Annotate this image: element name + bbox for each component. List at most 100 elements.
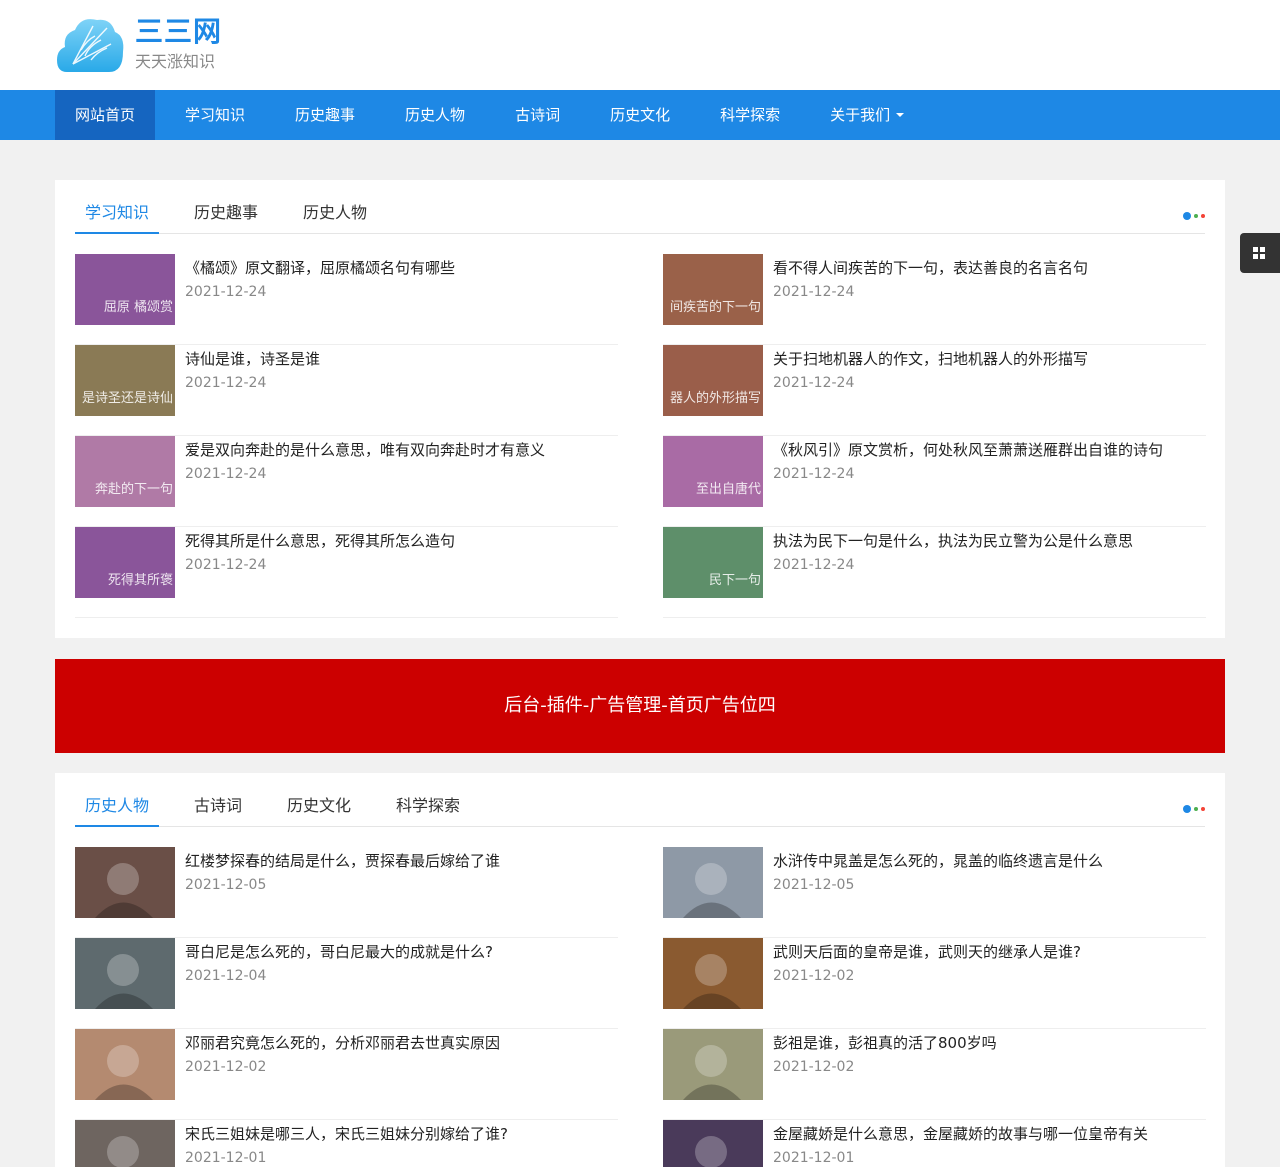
article-date: 2021-12-02 bbox=[773, 1059, 855, 1075]
photo-placeholder-icon bbox=[75, 847, 175, 918]
nav-item[interactable]: 科学探索 bbox=[700, 90, 800, 140]
article-title[interactable]: 诗仙是谁，诗圣是谁 bbox=[185, 348, 320, 369]
article-title[interactable]: 死得其所是什么意思，死得其所怎么造句 bbox=[185, 530, 455, 551]
nav-item-label: 学习知识 bbox=[185, 106, 246, 124]
article-thumbnail[interactable] bbox=[663, 1029, 763, 1100]
site-logo[interactable]: 三三网 天天涨知识 bbox=[55, 10, 222, 80]
tab-bar: 学习知识 历史趣事 历史人物 bbox=[75, 194, 1205, 234]
article-thumbnail[interactable] bbox=[75, 1029, 175, 1100]
article-item[interactable]: 是诗圣还是诗仙 诗仙是谁，诗圣是谁 2021-12-24 bbox=[75, 345, 618, 436]
article-date: 2021-12-04 bbox=[185, 968, 267, 984]
article-thumbnail[interactable] bbox=[663, 938, 763, 1009]
article-item[interactable]: 民下一句 执法为民下一句是什么，执法为民立警为公是什么意思 2021-12-24 bbox=[663, 527, 1206, 618]
tab-ancient-poetry[interactable]: 古诗词 bbox=[184, 787, 252, 827]
article-title[interactable]: 关于扫地机器人的作文，扫地机器人的外形描写 bbox=[773, 348, 1088, 369]
nav-item[interactable]: 网站首页 bbox=[55, 90, 156, 140]
tab-historical-figures[interactable]: 历史人物 bbox=[75, 787, 159, 827]
nav-item[interactable]: 古诗词 bbox=[495, 90, 580, 140]
nav-item[interactable]: 关于我们 bbox=[810, 90, 924, 140]
article-thumbnail[interactable] bbox=[75, 847, 175, 918]
article-item[interactable]: 死得其所褒 死得其所是什么意思，死得其所怎么造句 2021-12-24 bbox=[75, 527, 618, 618]
article-item[interactable]: 奔赴的下一句 爱是双向奔赴的是什么意思，唯有双向奔赴时才有意义 2021-12-24 bbox=[75, 436, 618, 527]
article-title[interactable]: 宋氏三姐妹是哪三人，宋氏三姐妹分别嫁给了谁? bbox=[185, 1123, 508, 1144]
photo-placeholder-icon bbox=[663, 847, 763, 918]
article-thumbnail[interactable] bbox=[75, 938, 175, 1009]
article-item[interactable]: 器人的外形描写 关于扫地机器人的作文，扫地机器人的外形描写 2021-12-24 bbox=[663, 345, 1206, 436]
thumbnail-caption: 器人的外形描写 bbox=[669, 391, 761, 406]
side-menu-button[interactable] bbox=[1240, 233, 1280, 273]
article-thumbnail[interactable] bbox=[75, 1120, 175, 1167]
article-item[interactable]: 至出自唐代 《秋风引》原文赏析，何处秋风至萧萧送雁群出自谁的诗句 2021-12-2… bbox=[663, 436, 1206, 527]
nav-item[interactable]: 历史文化 bbox=[590, 90, 690, 140]
article-thumbnail[interactable] bbox=[663, 1120, 763, 1167]
article-date: 2021-12-24 bbox=[773, 375, 855, 391]
site-slogan: 天天涨知识 bbox=[135, 52, 216, 71]
thumbnail-caption: 间疾苦的下一句 bbox=[669, 300, 761, 315]
tab-history-culture[interactable]: 历史文化 bbox=[277, 787, 361, 827]
article-thumbnail[interactable]: 奔赴的下一句 bbox=[75, 436, 175, 507]
article-item[interactable]: 哥白尼是怎么死的，哥白尼最大的成就是什么? 2021-12-04 bbox=[75, 938, 618, 1029]
article-title[interactable]: 红楼梦探春的结局是什么，贾探春最后嫁给了谁 bbox=[185, 850, 500, 871]
article-title[interactable]: 爱是双向奔赴的是什么意思，唯有双向奔赴时才有意义 bbox=[185, 439, 545, 460]
article-date: 2021-12-05 bbox=[773, 877, 855, 893]
photo-placeholder-icon bbox=[75, 938, 175, 1009]
article-item[interactable]: 宋氏三姐妹是哪三人，宋氏三姐妹分别嫁给了谁? 2021-12-01 bbox=[75, 1120, 618, 1167]
article-thumbnail[interactable]: 死得其所褒 bbox=[75, 527, 175, 598]
cloud-web-logo-icon bbox=[57, 19, 124, 72]
thumbnail-caption: 至出自唐代 bbox=[695, 482, 761, 497]
nav-item[interactable]: 历史趣事 bbox=[275, 90, 375, 140]
article-item[interactable]: 间疾苦的下一句 看不得人间疾苦的下一句，表达善良的名言名句 2021-12-24 bbox=[663, 254, 1206, 345]
caret-down-icon bbox=[896, 113, 905, 117]
site-header: 三三网 天天涨知识 bbox=[0, 0, 1280, 90]
nav-item[interactable]: 历史人物 bbox=[385, 90, 485, 140]
tab-learning[interactable]: 学习知识 bbox=[75, 194, 159, 234]
article-item[interactable]: 水浒传中晁盖是怎么死的，晁盖的临终遗言是什么 2021-12-05 bbox=[663, 847, 1206, 938]
article-item[interactable]: 武则天后面的皇帝是谁，武则天的继承人是谁? 2021-12-02 bbox=[663, 938, 1206, 1029]
article-date: 2021-12-01 bbox=[773, 1150, 855, 1166]
article-thumbnail[interactable]: 是诗圣还是诗仙 bbox=[75, 345, 175, 416]
article-item[interactable]: 金屋藏娇是什么意思，金屋藏娇的故事与哪一位皇帝有关 2021-12-01 bbox=[663, 1120, 1206, 1167]
more-dots-icon[interactable] bbox=[1180, 805, 1205, 813]
article-thumbnail[interactable]: 至出自唐代 bbox=[663, 436, 763, 507]
article-title[interactable]: 看不得人间疾苦的下一句，表达善良的名言名句 bbox=[773, 257, 1088, 278]
tab-historical-figures[interactable]: 历史人物 bbox=[293, 194, 377, 234]
article-thumbnail[interactable]: 间疾苦的下一句 bbox=[663, 254, 763, 325]
article-title[interactable]: 武则天后面的皇帝是谁，武则天的继承人是谁? bbox=[773, 941, 1081, 962]
photo-placeholder-icon bbox=[663, 1029, 763, 1100]
more-dots-icon[interactable] bbox=[1180, 212, 1205, 220]
article-date: 2021-12-24 bbox=[773, 557, 855, 573]
article-panel-figures: 历史人物 古诗词 历史文化 科学探索 红楼梦探春的结局是什么，贾探春最后嫁给了谁… bbox=[55, 773, 1225, 1167]
article-item[interactable]: 屈原 橘颂赏 《橘颂》原文翻译，屈原橘颂名句有哪些 2021-12-24 bbox=[75, 254, 618, 345]
tab-history-anecdotes[interactable]: 历史趣事 bbox=[184, 194, 268, 234]
article-date: 2021-12-24 bbox=[185, 466, 267, 482]
article-date: 2021-12-24 bbox=[185, 375, 267, 391]
photo-placeholder-icon bbox=[663, 1120, 763, 1167]
article-item[interactable]: 邓丽君究竟怎么死的，分析邓丽君去世真实原因 2021-12-02 bbox=[75, 1029, 618, 1120]
article-thumbnail[interactable]: 器人的外形描写 bbox=[663, 345, 763, 416]
article-title[interactable]: 金屋藏娇是什么意思，金屋藏娇的故事与哪一位皇帝有关 bbox=[773, 1123, 1148, 1144]
article-title[interactable]: 《秋风引》原文赏析，何处秋风至萧萧送雁群出自谁的诗句 bbox=[773, 439, 1163, 460]
main-nav: 网站首页 学习知识 历史趣事 历史人物 古诗词 历史文化 科学探索 关于我们 bbox=[0, 90, 1280, 140]
article-item[interactable]: 红楼梦探春的结局是什么，贾探春最后嫁给了谁 2021-12-05 bbox=[75, 847, 618, 938]
ad-banner[interactable]: 后台-插件-广告管理-首页广告位四 bbox=[55, 659, 1225, 753]
nav-item-label: 历史人物 bbox=[405, 106, 466, 124]
thumbnail-caption: 是诗圣还是诗仙 bbox=[81, 391, 173, 406]
article-title[interactable]: 邓丽君究竟怎么死的，分析邓丽君去世真实原因 bbox=[185, 1032, 500, 1053]
article-item[interactable]: 彭祖是谁，彭祖真的活了800岁吗 2021-12-02 bbox=[663, 1029, 1206, 1120]
article-thumbnail[interactable] bbox=[663, 847, 763, 918]
nav-item-label: 古诗词 bbox=[515, 106, 561, 124]
article-title[interactable]: 执法为民下一句是什么，执法为民立警为公是什么意思 bbox=[773, 530, 1133, 551]
article-date: 2021-12-24 bbox=[773, 284, 855, 300]
article-thumbnail[interactable]: 屈原 橘颂赏 bbox=[75, 254, 175, 325]
article-title[interactable]: 水浒传中晁盖是怎么死的，晁盖的临终遗言是什么 bbox=[773, 850, 1103, 871]
article-title[interactable]: 《橘颂》原文翻译，屈原橘颂名句有哪些 bbox=[185, 257, 455, 278]
thumbnail-caption: 奔赴的下一句 bbox=[94, 482, 173, 497]
photo-placeholder-icon bbox=[663, 938, 763, 1009]
article-thumbnail[interactable]: 民下一句 bbox=[663, 527, 763, 598]
article-title[interactable]: 哥白尼是怎么死的，哥白尼最大的成就是什么? bbox=[185, 941, 493, 962]
nav-item-label: 历史文化 bbox=[610, 106, 671, 124]
article-panel-learning: 学习知识 历史趣事 历史人物 屈原 橘颂赏 《橘颂》原文翻译，屈原橘颂名句有哪些 2… bbox=[55, 180, 1225, 638]
article-title[interactable]: 彭祖是谁，彭祖真的活了800岁吗 bbox=[773, 1032, 997, 1053]
tab-science-exploration[interactable]: 科学探索 bbox=[386, 787, 470, 827]
nav-item[interactable]: 学习知识 bbox=[165, 90, 265, 140]
